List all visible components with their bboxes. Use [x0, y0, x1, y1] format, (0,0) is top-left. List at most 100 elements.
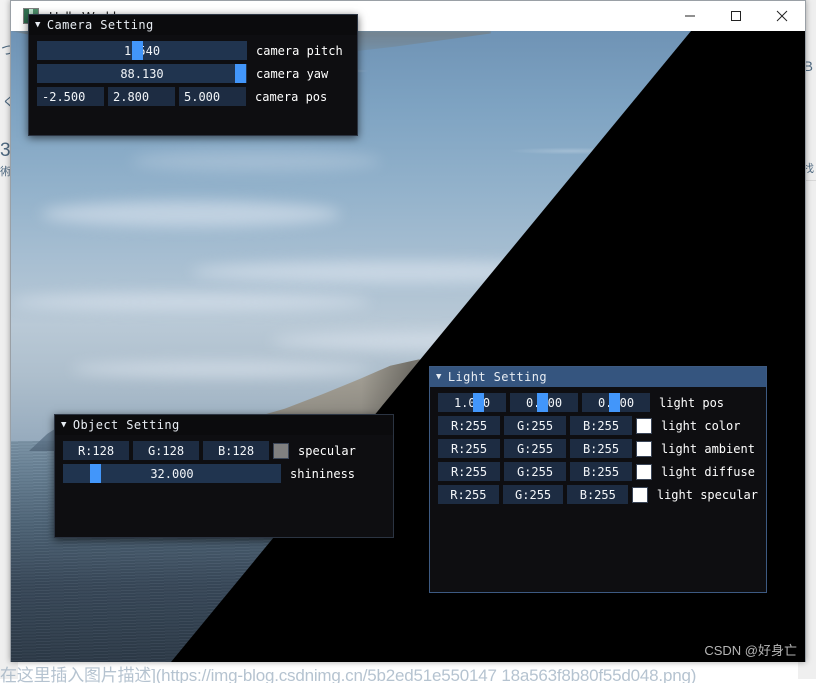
light-color-b-value: B:255	[582, 418, 620, 433]
camera-pos-x-value: -2.500	[42, 89, 86, 104]
light-specular-g-field[interactable]: G:255	[502, 485, 564, 504]
camera-pos-z-field[interactable]: 5.000	[179, 87, 246, 106]
light-diffuse-b-value: B:255	[582, 464, 620, 479]
object-panel-titlebar[interactable]: ▼ Object Setting	[55, 415, 393, 435]
light-diffuse-label: light diffuse	[661, 464, 755, 479]
light-color-r-field[interactable]: R:255	[438, 416, 500, 435]
camera-panel-body: 1.540 camera pitch 88.130 camera yaw -2.…	[29, 35, 357, 118]
object-specular-b-field[interactable]: B:128	[203, 441, 269, 460]
camera-pitch-slider[interactable]: 1.540	[37, 41, 247, 60]
cloud-6	[131, 151, 381, 171]
light-color-g-value: G:255	[516, 418, 554, 433]
light-ambient-swatch[interactable]	[636, 440, 652, 457]
camera-yaw-grab[interactable]	[235, 64, 247, 83]
light-color-r-value: R:255	[450, 418, 488, 433]
object-specular-g-value: G:128	[147, 443, 185, 458]
light-specular-row: R:255 G:255 B:255 light specular	[438, 485, 758, 504]
light-ambient-g-field[interactable]: G:255	[504, 439, 566, 458]
page-caption-text: 在这里插入图片描述](https://img-blog.csdnimg.cn/5…	[0, 666, 697, 683]
light-diffuse-row: R:255 G:255 B:255 light diffuse	[438, 462, 758, 481]
light-pos-x-field[interactable]: 1.000	[438, 393, 506, 412]
object-specular-r-value: R:128	[77, 443, 115, 458]
cloud-5	[71, 361, 371, 377]
camera-pos-label: camera pos	[255, 89, 328, 104]
minimize-button[interactable]	[667, 1, 713, 30]
light-pos-label: light pos	[659, 395, 725, 410]
maximize-icon	[731, 10, 741, 21]
light-panel-title: Light Setting	[447, 370, 547, 384]
object-shininess-row: 32.000 shininess	[63, 464, 385, 483]
light-color-label: light color	[661, 418, 741, 433]
object-specular-b-value: B:128	[217, 443, 255, 458]
object-shininess-slider[interactable]: 32.000	[63, 464, 281, 483]
object-specular-row: R:128 G:128 B:128 specular	[63, 441, 385, 460]
camera-pos-y-field[interactable]: 2.800	[108, 87, 175, 106]
camera-pos-z-value: 5.000	[184, 89, 221, 104]
light-ambient-r-value: R:255	[450, 441, 488, 456]
light-diffuse-r-field[interactable]: R:255	[438, 462, 500, 481]
app-window: Hello World	[10, 0, 806, 662]
light-ambient-label: light ambient	[661, 441, 755, 456]
light-ambient-b-value: B:255	[582, 441, 620, 456]
object-shininess-label: shininess	[290, 466, 356, 481]
object-panel-title: Object Setting	[72, 418, 180, 432]
window-controls	[667, 1, 805, 30]
camera-pitch-grab[interactable]	[131, 41, 143, 60]
light-color-swatch[interactable]	[636, 417, 652, 434]
light-ambient-b-field[interactable]: B:255	[570, 439, 632, 458]
close-icon	[776, 10, 788, 21]
object-specular-color-swatch[interactable]	[273, 442, 289, 459]
cloud-3	[11, 293, 371, 311]
camera-yaw-slider[interactable]: 88.130	[37, 64, 247, 83]
minimize-icon	[685, 15, 695, 16]
camera-panel-title: Camera Setting	[46, 18, 154, 32]
triangle-down-icon[interactable]: ▼	[436, 372, 442, 382]
light-panel-body: 1.000 0.000 0.000 light pos R:255 G:255 …	[430, 387, 766, 516]
close-button[interactable]	[759, 1, 805, 30]
camera-yaw-value: 88.130	[120, 66, 164, 81]
light-specular-r-field[interactable]: R:255	[438, 485, 499, 504]
object-specular-g-field[interactable]: G:128	[133, 441, 199, 460]
object-setting-panel[interactable]: ▼ Object Setting R:128 G:128 B:128 specu…	[54, 414, 394, 538]
light-specular-swatch[interactable]	[632, 486, 648, 503]
light-ambient-g-value: G:255	[516, 441, 554, 456]
light-diffuse-swatch[interactable]	[636, 463, 652, 480]
object-specular-r-field[interactable]: R:128	[63, 441, 129, 460]
light-specular-label: light specular	[656, 487, 759, 502]
light-diffuse-g-field[interactable]: G:255	[504, 462, 566, 481]
camera-panel-titlebar[interactable]: ▼ Camera Setting	[29, 15, 357, 35]
object-specular-label: specular	[298, 443, 356, 458]
triangle-down-icon[interactable]: ▼	[61, 420, 67, 430]
camera-pitch-row: 1.540 camera pitch	[37, 41, 349, 60]
light-pos-y-field[interactable]: 0.000	[510, 393, 578, 412]
maximize-button[interactable]	[713, 1, 759, 30]
triangle-down-icon[interactable]: ▼	[35, 20, 41, 30]
camera-pitch-label: camera pitch	[256, 43, 343, 58]
watermark-text: CSDN @好身亡	[704, 643, 797, 658]
light-panel-titlebar[interactable]: ▼ Light Setting	[430, 367, 766, 387]
object-shininess-grab[interactable]	[90, 464, 102, 483]
light-ambient-row: R:255 G:255 B:255 light ambient	[438, 439, 758, 458]
light-diffuse-b-field[interactable]: B:255	[570, 462, 632, 481]
light-specular-b-value: B:255	[579, 487, 616, 502]
light-color-g-field[interactable]: G:255	[504, 416, 566, 435]
light-ambient-r-field[interactable]: R:255	[438, 439, 500, 458]
light-setting-panel[interactable]: ▼ Light Setting 1.000 0.000 0.000 light …	[429, 366, 767, 593]
camera-pos-y-value: 2.800	[113, 89, 150, 104]
light-pos-y-grab[interactable]	[536, 393, 548, 412]
light-pos-z-field[interactable]: 0.000	[582, 393, 650, 412]
light-color-b-field[interactable]: B:255	[570, 416, 632, 435]
object-shininess-value: 32.000	[150, 466, 194, 481]
camera-pos-x-field[interactable]: -2.500	[37, 87, 104, 106]
camera-yaw-label: camera yaw	[256, 66, 329, 81]
light-specular-b-field[interactable]: B:255	[567, 485, 629, 504]
camera-pos-row: -2.500 2.800 5.000 camera pos	[37, 87, 349, 106]
light-pos-z-grab[interactable]	[608, 393, 620, 412]
light-pos-x-grab[interactable]	[472, 393, 484, 412]
camera-setting-panel[interactable]: ▼ Camera Setting 1.540 camera pitch 88.1…	[28, 14, 358, 136]
cloud-1	[41, 201, 341, 227]
light-color-row: R:255 G:255 B:255 light color	[438, 416, 758, 435]
light-specular-g-value: G:255	[515, 487, 552, 502]
light-specular-r-value: R:255	[450, 487, 487, 502]
light-diffuse-g-value: G:255	[516, 464, 554, 479]
